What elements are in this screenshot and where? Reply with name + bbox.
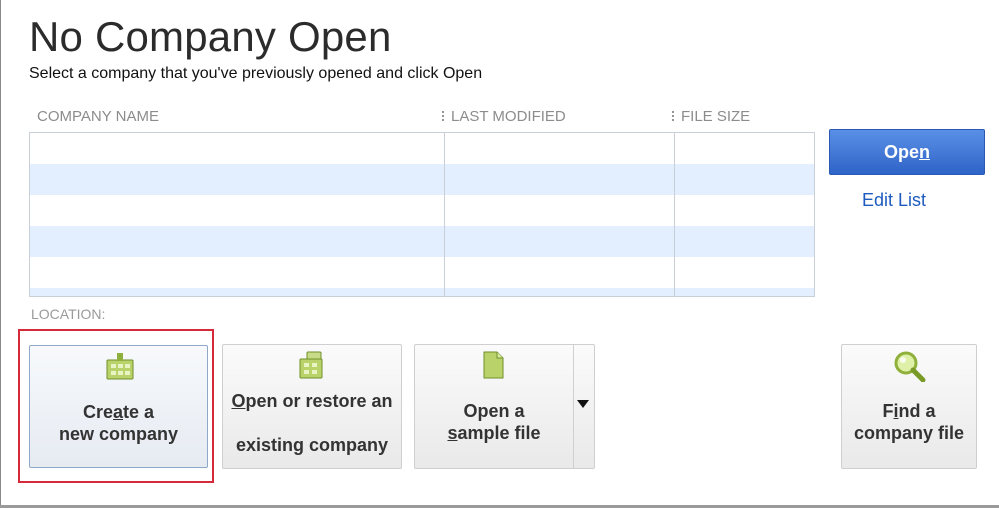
table-row[interactable] [30,257,814,288]
magnifier-icon [892,350,926,387]
tile-label-line1: Open a [463,401,525,421]
column-divider [674,133,675,296]
tile-label-line1: Find a [882,401,936,421]
sample-file-icon [480,350,506,385]
table-row[interactable] [30,288,814,296]
open-button[interactable]: Open [829,129,985,175]
tile-label-line1: Create a [82,402,155,422]
company-list-table[interactable] [29,132,815,297]
edit-list-link[interactable]: Edit List [862,190,926,211]
table-row[interactable] [30,195,814,226]
tile-label-line2: sample file [447,423,541,443]
location-label: LOCATION: [31,306,106,322]
new-company-icon [103,351,135,386]
page-title: No Company Open [29,13,392,60]
table-row[interactable] [30,164,814,195]
tile-label-line1: Open or restore an [231,391,393,411]
open-restore-company-button[interactable]: Open or restore an existing company [222,344,402,469]
dropdown-arrow-icon[interactable] [577,400,589,408]
tile-label-line2: company file [853,423,965,443]
split-button-divider [573,345,574,468]
tile-label-line2: existing company [235,435,389,455]
column-header-company-name[interactable]: COMPANY NAME [37,108,159,125]
create-new-company-button[interactable]: Create a new company [29,345,208,468]
open-button-label: Open [883,141,930,162]
page-subtitle: Select a company that you've previously … [29,65,483,82]
tile-label-line2: new company [58,424,179,444]
find-company-file-button[interactable]: Find a company file [841,344,977,469]
open-sample-file-button[interactable]: Open a sample file [414,344,595,469]
table-row[interactable] [30,226,814,257]
restore-company-icon [296,350,328,385]
column-divider [444,133,445,296]
column-header-last-modified[interactable]: LAST MODIFIED [451,108,566,125]
table-row[interactable] [30,133,814,164]
column-resize-grip[interactable] [672,110,674,122]
column-resize-grip[interactable] [442,110,444,122]
column-header-file-size[interactable]: FILE SIZE [681,108,750,125]
